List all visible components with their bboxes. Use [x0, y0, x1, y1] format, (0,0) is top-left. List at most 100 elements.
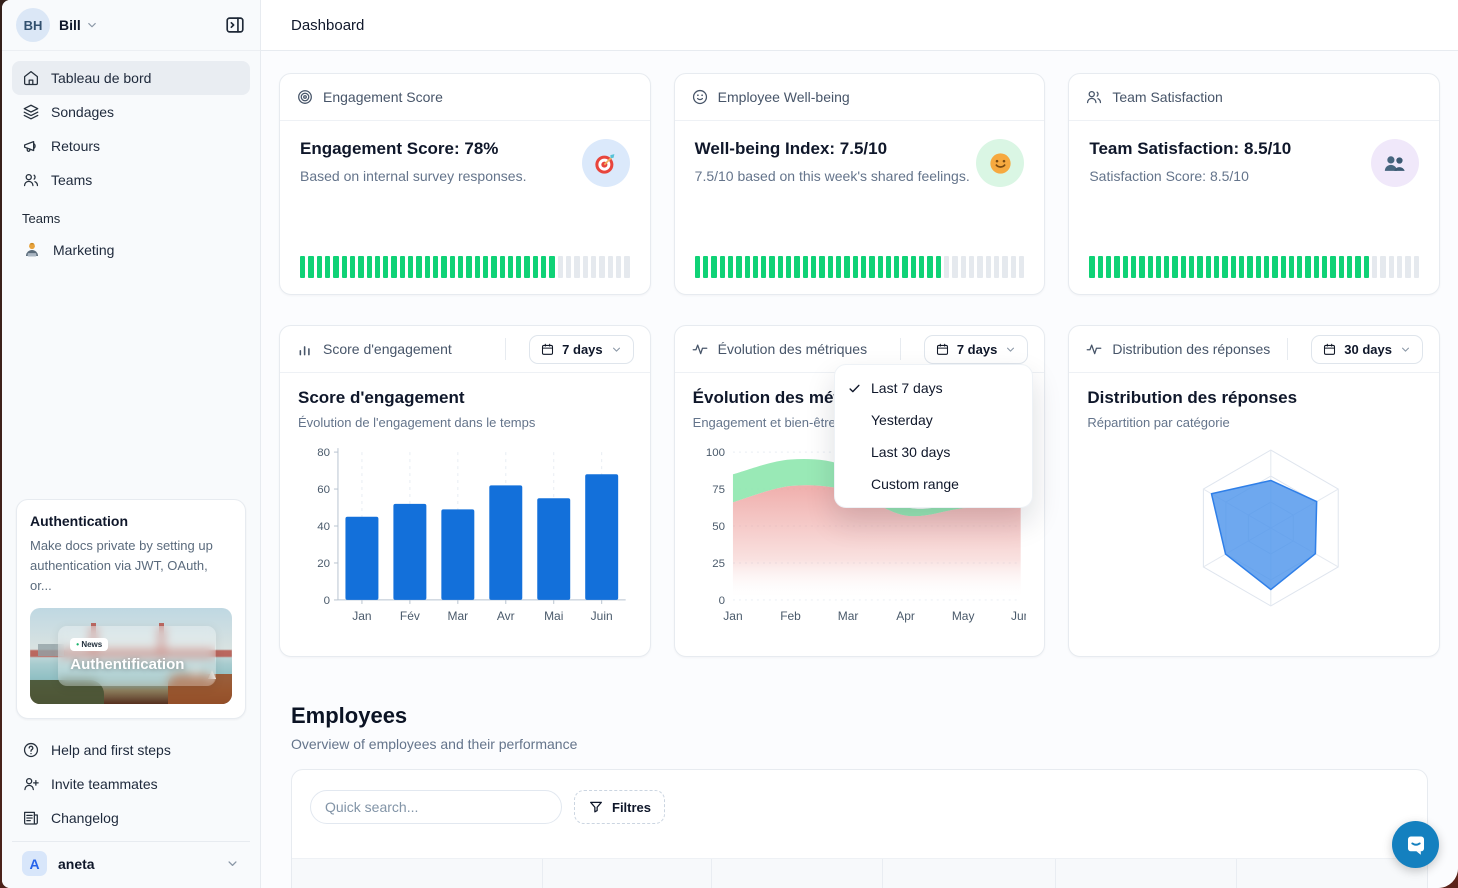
svg-text:Mar: Mar — [837, 609, 858, 623]
chart-card-distribution-des-reponses: Distribution des réponses30 daysDistribu… — [1068, 325, 1440, 657]
date-range-button[interactable]: 30 days — [1311, 335, 1423, 364]
sidebar-item-tableau-de-bord[interactable]: Tableau de bord — [12, 61, 250, 95]
calendar-icon — [540, 342, 555, 357]
column-header-performance[interactable]: Performance — [1055, 859, 1236, 888]
progress-tick — [308, 256, 313, 278]
menu-item-custom-range[interactable]: Custom range — [835, 468, 1032, 500]
progress-tick — [574, 256, 579, 278]
progress-tick — [300, 256, 305, 278]
progress-tick — [794, 256, 799, 278]
progress-tick — [803, 256, 808, 278]
menu-item-label: Custom range — [871, 476, 959, 492]
stat-title: Engagement Score: 78% — [300, 139, 526, 159]
workspace-switcher[interactable]: A aneta — [12, 841, 250, 878]
promo-image[interactable]: • News Authentification — [30, 608, 232, 704]
pulse-icon — [1085, 340, 1103, 358]
promo-description: Make docs private by setting up authenti… — [30, 536, 232, 596]
progress-tick — [977, 256, 982, 278]
stat-cards-row: Engagement ScoreEngagement Score: 78%Bas… — [279, 73, 1440, 295]
progress-tick — [728, 256, 733, 278]
stat-subtitle: Satisfaction Score: 8.5/10 — [1089, 168, 1291, 184]
progress-tick — [828, 256, 833, 278]
chart-bars-icon — [296, 340, 314, 358]
progress-tick — [994, 256, 999, 278]
card-header: Score d'engagement7 days — [280, 326, 650, 373]
sidebar-item-invite-teammates[interactable]: Invite teammates — [12, 767, 250, 801]
sidebar-team-marketing[interactable]: Marketing — [12, 233, 250, 267]
card-header-label: Team Satisfaction — [1112, 89, 1223, 105]
person-laptop-icon — [22, 240, 42, 260]
progress-tick — [333, 256, 338, 278]
chat-launcher[interactable] — [1392, 821, 1439, 868]
filters-button[interactable]: Filtres — [574, 790, 665, 824]
progress-tick — [383, 256, 388, 278]
svg-text:Juin: Juin — [591, 609, 613, 623]
sidebar-item-sondages[interactable]: Sondages — [12, 95, 250, 129]
sidebar-item-changelog[interactable]: Changelog — [12, 801, 250, 835]
date-range-button[interactable]: 7 days — [529, 335, 633, 364]
collapse-sidebar-button[interactable] — [222, 12, 248, 38]
column-header-user[interactable]: User — [292, 859, 542, 888]
progress-tick — [1011, 256, 1016, 278]
progress-tick — [1289, 256, 1294, 278]
dashboard-content: Engagement ScoreEngagement Score: 78%Bas… — [261, 51, 1458, 888]
menu-item-last-30-days[interactable]: Last 30 days — [835, 436, 1032, 468]
svg-text:Mai: Mai — [544, 609, 563, 623]
person-plus-icon — [22, 775, 40, 793]
column-header-tasks[interactable]: Tasks — [1236, 859, 1427, 888]
progress-tick — [549, 256, 554, 278]
progress-tick — [811, 256, 816, 278]
progress-tick — [819, 256, 824, 278]
employees-subtitle: Overview of employees and their performa… — [291, 736, 1428, 752]
progress-tick — [1314, 256, 1319, 278]
column-header-position[interactable]: Position — [711, 859, 882, 888]
sidebar-item-retours[interactable]: Retours — [12, 129, 250, 163]
user-avatar[interactable]: BH — [16, 8, 50, 42]
progress-tick — [1181, 256, 1186, 278]
progress-ticks — [300, 256, 630, 278]
progress-tick — [1239, 256, 1244, 278]
svg-text:Avr: Avr — [497, 609, 515, 623]
progress-tick — [695, 256, 700, 278]
progress-tick — [591, 256, 596, 278]
menu-item-yesterday[interactable]: Yesterday — [835, 404, 1032, 436]
progress-tick — [944, 256, 949, 278]
column-header-team[interactable]: Team — [542, 859, 711, 888]
progress-tick — [1256, 256, 1261, 278]
progress-tick — [558, 256, 563, 278]
stat-title: Well-being Index: 7.5/10 — [695, 139, 970, 159]
sidebar-item-help-and-first-steps[interactable]: Help and first steps — [12, 733, 250, 767]
progress-tick — [1339, 256, 1344, 278]
progress-tick — [450, 256, 455, 278]
progress-tick — [1397, 256, 1402, 278]
newspaper-icon — [22, 809, 40, 827]
progress-tick — [1297, 256, 1302, 278]
progress-tick — [1019, 256, 1024, 278]
progress-tick — [1330, 256, 1335, 278]
progress-tick — [491, 256, 496, 278]
stat-subtitle: 7.5/10 based on this week's shared feeli… — [695, 168, 970, 184]
sidebar-item-label: Help and first steps — [51, 742, 171, 758]
promo-card-authentication[interactable]: Authentication Make docs private by sett… — [16, 499, 246, 719]
sidebar-footer: Help and first steps Invite teammatesChan… — [2, 729, 260, 888]
progress-tick — [1214, 256, 1219, 278]
date-range-button[interactable]: 7 days — [924, 335, 1028, 364]
sidebar-item-teams[interactable]: Teams — [12, 163, 250, 197]
menu-item-last-7-days[interactable]: Last 7 days — [835, 372, 1032, 404]
progress-tick — [1272, 256, 1277, 278]
progress-tick — [844, 256, 849, 278]
chevron-down-icon — [85, 18, 99, 32]
progress-tick — [566, 256, 571, 278]
user-name[interactable]: Bill — [59, 17, 81, 33]
column-header-participation[interactable]: Participation — [882, 859, 1055, 888]
stat-badge — [976, 139, 1024, 187]
chart-title: Distribution des réponses — [1087, 388, 1421, 408]
progress-tick — [1172, 256, 1177, 278]
target-emoji-icon — [592, 150, 619, 177]
chart-title: Score d'engagement — [298, 388, 632, 408]
svg-text:Fév: Fév — [400, 609, 420, 623]
progress-tick — [869, 256, 874, 278]
quick-search-input[interactable] — [310, 790, 562, 824]
stat-title: Team Satisfaction: 8.5/10 — [1089, 139, 1291, 159]
progress-tick — [475, 256, 480, 278]
